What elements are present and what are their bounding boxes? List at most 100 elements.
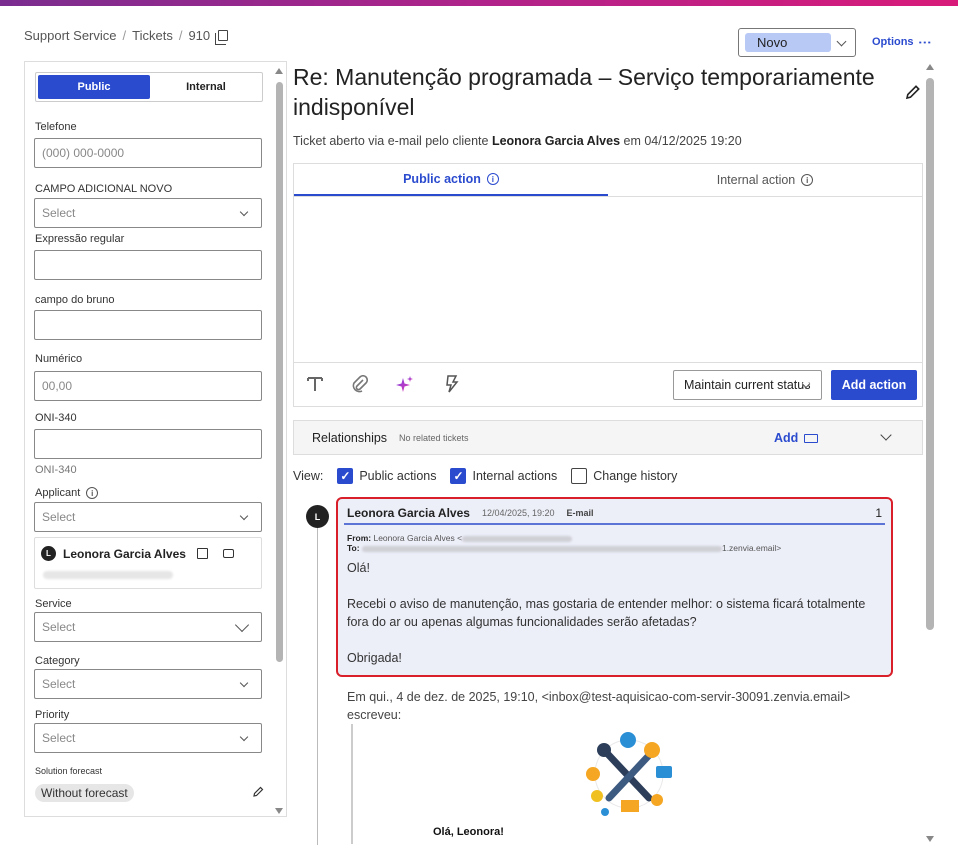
info-icon[interactable]: i bbox=[86, 487, 99, 499]
campo-bruno-input[interactable] bbox=[34, 310, 262, 340]
solution-forecast-badge: Without forecast bbox=[35, 784, 134, 802]
scroll-thumb[interactable] bbox=[276, 82, 283, 662]
toggle-internal[interactable]: Internal bbox=[150, 73, 262, 101]
campo-adicional-select[interactable]: Select bbox=[34, 198, 262, 228]
add-relationship-button[interactable]: Add bbox=[774, 431, 819, 445]
expressao-input[interactable] bbox=[34, 250, 262, 280]
external-link-icon[interactable] bbox=[196, 548, 208, 559]
applicant-select[interactable]: Select bbox=[34, 502, 262, 532]
redacted-email bbox=[462, 535, 573, 542]
right-scrollbar[interactable] bbox=[925, 64, 935, 842]
top-gradient-bar bbox=[0, 0, 958, 6]
add-action-button[interactable]: Add action bbox=[831, 370, 917, 400]
service-value: Select bbox=[42, 620, 76, 634]
chat-icon[interactable] bbox=[222, 549, 234, 558]
options-menu[interactable]: Options ⋮ bbox=[872, 36, 933, 48]
breadcrumb-support-service[interactable]: Support Service bbox=[24, 28, 117, 43]
subtitle-suffix: em 04/12/2025 19:20 bbox=[623, 134, 742, 148]
change-history-checkbox[interactable] bbox=[571, 468, 588, 484]
oni-helper: ONI-340 bbox=[35, 464, 77, 476]
attachment-icon[interactable] bbox=[351, 375, 369, 393]
public-actions-label: Public actions bbox=[359, 469, 437, 483]
applicant-name-row: L Leonora Garcia Alves bbox=[41, 546, 234, 561]
ai-sparkle-icon[interactable] bbox=[395, 375, 415, 395]
lightning-icon[interactable] bbox=[444, 375, 460, 393]
tab-public-action[interactable]: Public action i bbox=[294, 164, 608, 196]
applicant-label: Applicant bbox=[35, 487, 81, 499]
chevron-down-icon bbox=[239, 511, 249, 521]
message-closing: Obrigada! bbox=[347, 651, 402, 665]
action-tabs: Public action i Internal action i bbox=[294, 164, 922, 197]
message-body: Olá! Recebi o aviso de manutenção, mas g… bbox=[347, 559, 882, 667]
telefone-label: Telefone bbox=[35, 121, 77, 133]
campo-adicional-label: CAMPO ADICIONAL NOVO bbox=[35, 183, 173, 195]
scroll-down-icon[interactable] bbox=[275, 808, 283, 814]
category-select[interactable]: Select bbox=[34, 669, 262, 699]
service-label: Service bbox=[35, 598, 72, 610]
to-suffix: 1.zenvia.email> bbox=[721, 543, 782, 553]
redacted-email bbox=[361, 545, 722, 552]
tab-internal-action-label: Internal action bbox=[716, 173, 796, 187]
view-filters: View: ✓ Public actions ✓ Internal action… bbox=[293, 468, 677, 484]
chevron-down-icon[interactable] bbox=[880, 429, 892, 441]
priority-value: Select bbox=[42, 731, 76, 745]
tab-internal-action[interactable]: Internal action i bbox=[608, 164, 922, 196]
link-icon bbox=[804, 433, 819, 443]
chevron-down-icon bbox=[239, 207, 249, 217]
scroll-up-icon[interactable] bbox=[926, 64, 934, 70]
from-value: Leonora Garcia Alves < bbox=[373, 533, 463, 543]
change-history-label: Change history bbox=[593, 469, 678, 483]
left-scrollbar[interactable] bbox=[274, 68, 284, 814]
message-datetime: 12/04/2025, 19:20 bbox=[481, 508, 555, 518]
status-select[interactable]: Novo bbox=[738, 28, 856, 57]
timeline-line bbox=[317, 520, 318, 845]
message-number: 1 bbox=[875, 506, 882, 520]
relationships-note: No related tickets bbox=[399, 433, 469, 443]
numerico-input[interactable]: 00,00 bbox=[34, 371, 262, 401]
to-label: To: bbox=[347, 543, 360, 553]
expressao-label: Expressão regular bbox=[35, 233, 125, 245]
subtitle-prefix: Ticket aberto via e-mail pelo cliente bbox=[293, 134, 489, 148]
chevron-down-icon bbox=[239, 732, 249, 742]
message-author: Leonora Garcia Alves bbox=[347, 506, 470, 520]
priority-select[interactable]: Select bbox=[34, 723, 262, 753]
status-after-action-select[interactable]: Maintain current status bbox=[673, 370, 822, 400]
scroll-down-icon[interactable] bbox=[926, 836, 934, 842]
toggle-public[interactable]: Public bbox=[38, 75, 150, 99]
relationships-title: Relationships bbox=[312, 431, 388, 445]
public-actions-checkbox[interactable]: ✓ bbox=[337, 468, 354, 484]
message-channel: E-mail bbox=[566, 508, 594, 518]
applicant-value: Select bbox=[42, 510, 76, 524]
pencil-icon[interactable] bbox=[252, 786, 264, 798]
message-meta: From: Leonora Garcia Alves < To: 1.zenvi… bbox=[347, 533, 882, 553]
pencil-icon[interactable] bbox=[905, 84, 921, 100]
chevron-down-icon bbox=[836, 36, 847, 47]
ticket-id: 910 bbox=[188, 28, 211, 43]
internal-actions-checkbox[interactable]: ✓ bbox=[450, 468, 467, 484]
oni-input[interactable] bbox=[34, 429, 262, 459]
message-greeting: Olá! bbox=[347, 561, 370, 575]
relationships-bar: Relationships No related tickets Add bbox=[293, 420, 923, 455]
applicant-name: Leonora Garcia Alves bbox=[63, 546, 186, 561]
copy-icon[interactable] bbox=[215, 30, 229, 45]
action-editor: Public action i Internal action i Mainta… bbox=[293, 163, 923, 407]
scroll-up-icon[interactable] bbox=[275, 68, 283, 74]
quoted-greeting: Olá, Leonora! bbox=[433, 826, 504, 838]
tab-public-action-label: Public action bbox=[403, 172, 481, 186]
applicant-card: L Leonora Garcia Alves bbox=[34, 537, 262, 589]
solution-forecast-label: Solution forecast bbox=[35, 766, 103, 776]
action-text-area[interactable] bbox=[294, 197, 922, 363]
text-format-icon[interactable] bbox=[306, 375, 324, 393]
from-label: From: bbox=[347, 533, 372, 543]
options-label: Options bbox=[872, 36, 914, 48]
campo-bruno-label: campo do bruno bbox=[35, 294, 115, 306]
oni-label: ONI-340 bbox=[35, 412, 77, 424]
scroll-thumb[interactable] bbox=[926, 78, 934, 630]
category-value: Select bbox=[42, 677, 76, 691]
avatar: L bbox=[41, 546, 56, 561]
breadcrumb-tickets[interactable]: Tickets bbox=[132, 28, 173, 43]
service-select[interactable]: Select bbox=[34, 612, 262, 642]
quoted-email: Olá, Leonora! bbox=[351, 724, 882, 844]
tools-illustration-icon bbox=[586, 732, 672, 816]
telefone-input[interactable]: (000) 000-0000 bbox=[34, 138, 262, 168]
